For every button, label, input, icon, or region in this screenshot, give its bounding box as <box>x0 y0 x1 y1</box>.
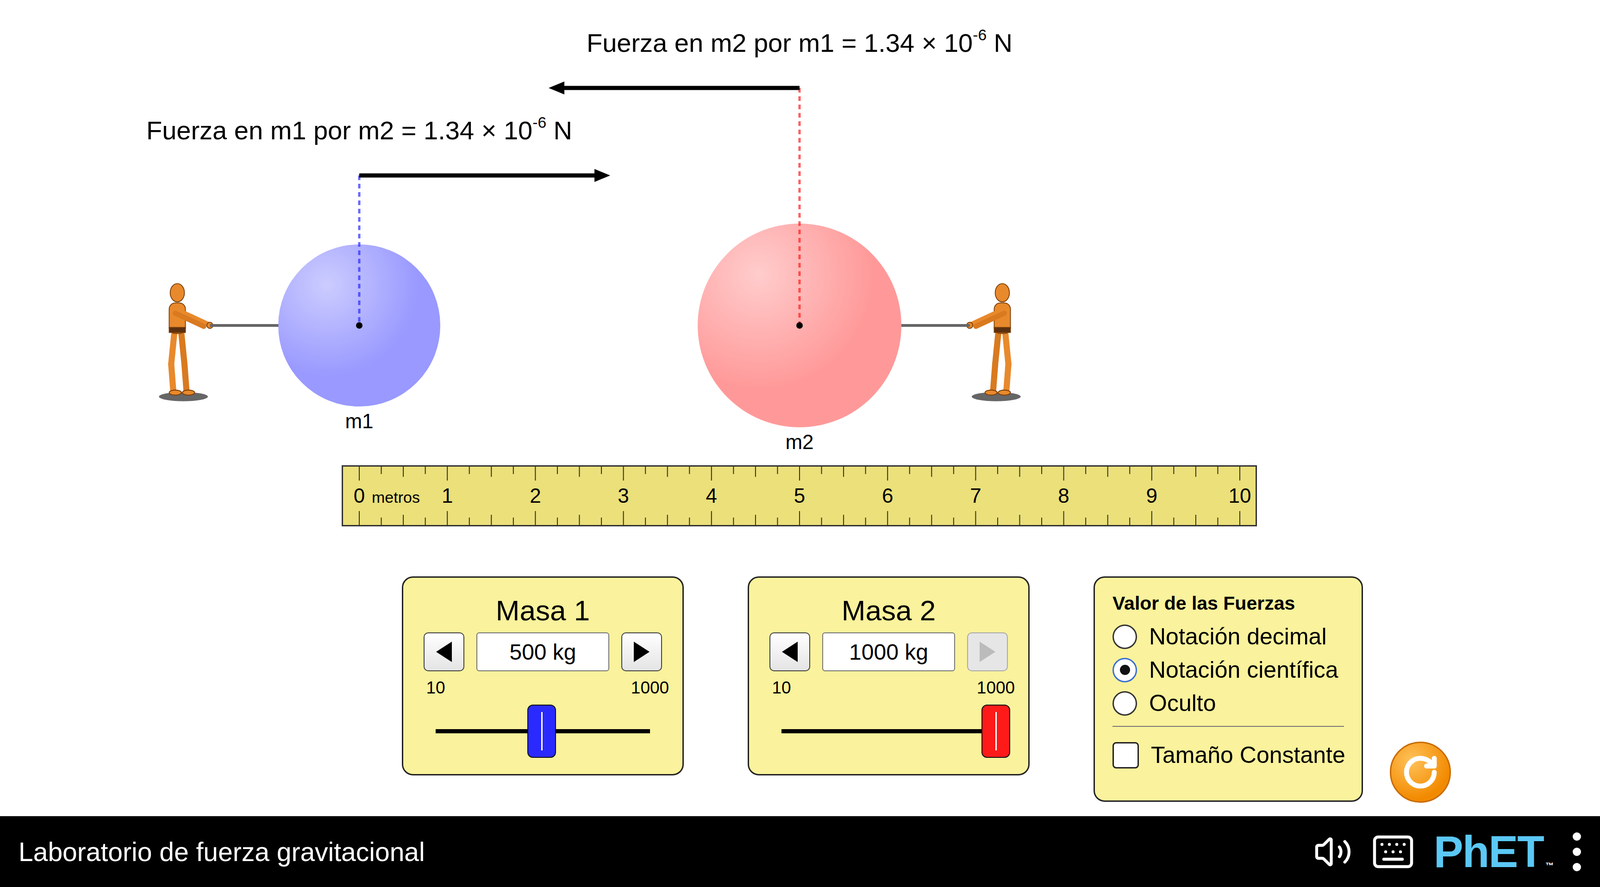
mass-sphere[interactable] <box>278 244 440 407</box>
force-label: Fuerza en m1 por m2 = 1.34 × 10-6 N <box>146 114 573 147</box>
ruler-unit: metros <box>371 488 420 507</box>
menu-dots-icon <box>1572 831 1582 873</box>
keyboard-icon <box>1370 829 1416 875</box>
ruler-number: 6 <box>881 484 894 508</box>
force-label: Fuerza en m2 por m1 = 1.34 × 10-6 N <box>586 27 1013 59</box>
nav-bar: Laboratorio de fuerza gravitacional PhET™ <box>0 816 1600 887</box>
mass-panel: Masa 1 500 kg 10 1000 <box>401 576 684 776</box>
radio-option[interactable]: Notación decimal <box>1112 622 1344 651</box>
app: Fuerza en m1 por m2 = 1.34 × 10-6 N m1 Fue… <box>0 0 1600 887</box>
right-arrow-icon <box>979 641 996 663</box>
ruler-number: 0 <box>353 484 365 508</box>
mass-label: m2 <box>785 430 814 455</box>
increment-button[interactable] <box>621 632 663 672</box>
mass-slider[interactable] <box>781 704 996 758</box>
mass-slider[interactable] <box>435 704 650 758</box>
radio-button[interactable] <box>1112 624 1138 650</box>
ruler-number: 8 <box>1057 484 1069 508</box>
controls-row: Masa 1 500 kg 10 1000 Masa 2 1000 kg 10 1000 Val… <box>0 576 1600 802</box>
mass-panel: Masa 2 1000 kg 10 1000 <box>747 576 1030 776</box>
sound-icon <box>1313 832 1353 872</box>
increment-button[interactable] <box>967 632 1008 672</box>
ruler-number: 10 <box>1228 484 1252 508</box>
ruler-number: 2 <box>529 484 541 508</box>
menu-button[interactable] <box>1572 831 1582 873</box>
slider-thumb[interactable] <box>981 704 1011 758</box>
sound-button[interactable] <box>1313 832 1353 872</box>
force-display-panel: Valor de las Fuerzas Notación decimal Nota… <box>1093 576 1363 802</box>
decrement-button[interactable] <box>423 632 465 672</box>
checkbox-option[interactable]: Tamaño Constante <box>1112 740 1344 770</box>
ruler-number: 1 <box>441 484 453 508</box>
radio-option[interactable]: Oculto <box>1112 688 1344 718</box>
ruler[interactable]: 0 1 2 3 4 5 6 7 8 9 10 metros <box>341 465 1257 527</box>
slider-max: 1000 <box>631 677 669 699</box>
ruler-number: 5 <box>793 484 806 508</box>
mass-value: 500 kg <box>476 632 610 672</box>
reset-icon <box>1401 753 1439 791</box>
ruler-number: 3 <box>617 484 629 508</box>
slider-min: 10 <box>425 677 445 699</box>
left-arrow-icon <box>781 641 798 663</box>
panel-title: Masa 2 <box>841 593 936 628</box>
radio-button[interactable] <box>1112 691 1138 716</box>
slider-thumb[interactable] <box>527 704 557 758</box>
panel-title: Masa 1 <box>495 593 590 628</box>
right-arrow-icon <box>633 641 650 663</box>
radio-button[interactable] <box>1112 657 1138 683</box>
ruler-number: 9 <box>1146 484 1158 508</box>
mass-label: m1 <box>344 409 374 434</box>
slider-min: 10 <box>771 677 791 699</box>
slider-track <box>781 729 996 734</box>
puller-figure <box>156 280 219 403</box>
mass-value: 1000 kg <box>822 632 956 672</box>
sim-title: Laboratorio de fuerza gravitacional <box>18 836 1314 868</box>
play-area: Fuerza en m1 por m2 = 1.34 × 10-6 N m1 Fue… <box>0 0 1600 577</box>
radio-option[interactable]: Notación científica <box>1112 655 1344 685</box>
ruler-number: 4 <box>706 484 718 508</box>
panel-title: Valor de las Fuerzas <box>1112 591 1344 615</box>
left-arrow-icon <box>436 641 452 663</box>
checkbox[interactable] <box>1112 742 1139 769</box>
keyboard-button[interactable] <box>1370 829 1416 875</box>
phet-logo[interactable]: PhET™ <box>1433 826 1554 878</box>
mass-sphere[interactable] <box>697 223 902 428</box>
ruler-number: 7 <box>969 484 982 508</box>
reset-button[interactable] <box>1389 741 1451 803</box>
slider-max: 1000 <box>976 677 1015 699</box>
puller-figure <box>961 280 1023 403</box>
decrement-button[interactable] <box>769 632 811 672</box>
separator <box>1112 725 1344 727</box>
